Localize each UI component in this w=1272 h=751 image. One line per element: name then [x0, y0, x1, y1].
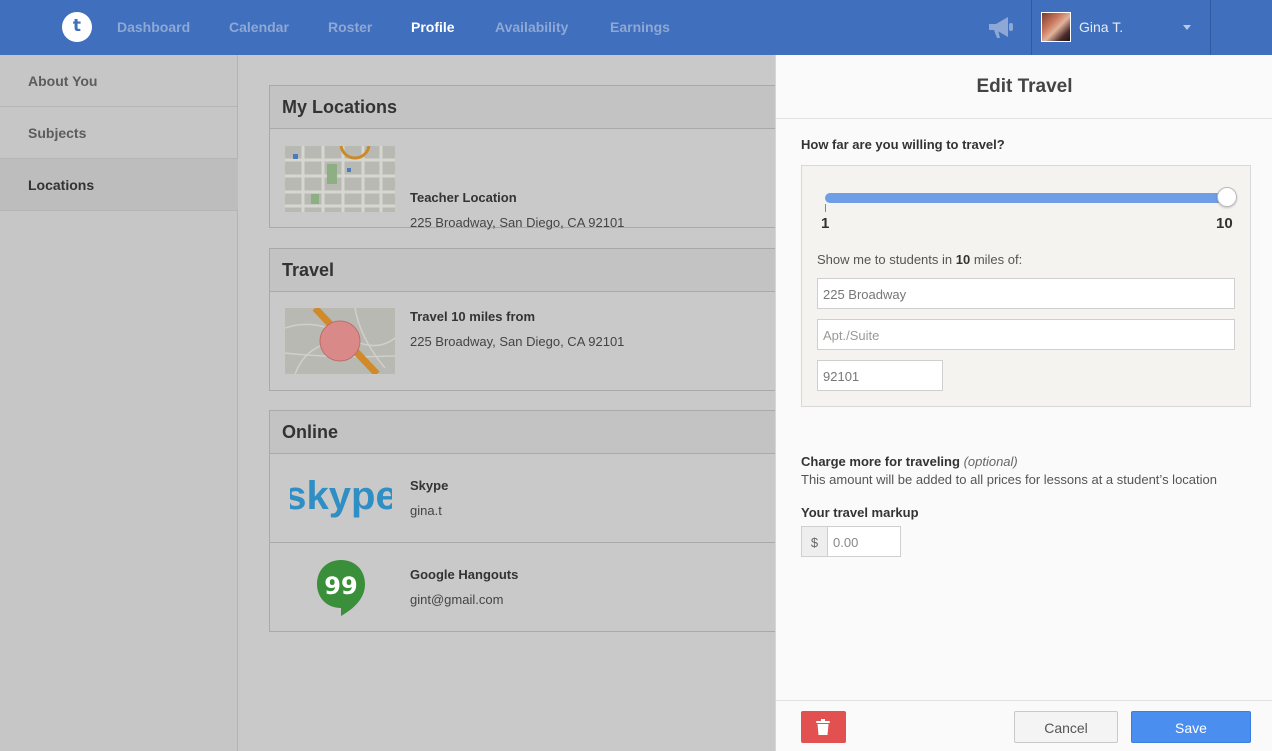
cancel-button[interactable]: Cancel — [1014, 711, 1118, 743]
sidebar-item-about-you[interactable]: About You — [0, 55, 238, 107]
skype-logo-text: skype — [290, 474, 392, 518]
sidebar-item-label: Locations — [28, 177, 95, 193]
online-row-skype[interactable]: skype Skype gina.t — [270, 454, 788, 543]
show-me-prefix: Show me to students in — [817, 252, 956, 267]
hangouts-logo: 99 — [317, 560, 365, 616]
travel-address: 225 Broadway, San Diego, CA 92101 — [410, 334, 625, 349]
travel-panel: Travel Travel 10 miles from 225 Broadway… — [269, 248, 789, 391]
sidebar-item-subjects[interactable]: Subjects — [0, 107, 238, 159]
avatar — [1041, 12, 1071, 42]
panel-header: Online — [270, 411, 788, 454]
skype-logo: skype — [290, 474, 392, 518]
panel-header: My Locations — [270, 86, 788, 129]
charge-more-title: Charge more for traveling (optional) — [801, 454, 1018, 469]
top-nav: t Dashboard Calendar Roster Profile Avai… — [0, 0, 1272, 55]
travel-map-thumbnail — [285, 308, 395, 374]
sidebar-item-label: About You — [28, 73, 98, 89]
nav-link-availability[interactable]: Availability — [495, 19, 568, 35]
slider-max-label: 10 — [1216, 215, 1233, 232]
hangouts-logo-text: 99 — [324, 572, 357, 600]
zip-field[interactable]: 92101 — [817, 360, 943, 391]
location-address: 225 Broadway, San Diego, CA 92101 — [410, 215, 625, 230]
online-service-value: gint@gmail.com — [410, 592, 504, 607]
my-locations-panel: My Locations Teacher Location 225 Broadw… — [269, 85, 789, 230]
chevron-down-icon — [1183, 25, 1191, 30]
online-service-value: gina.t — [410, 503, 442, 518]
apt-suite-field[interactable]: Apt./Suite — [817, 319, 1235, 350]
show-me-miles: 10 — [955, 252, 971, 267]
sidebar-item-locations[interactable]: Locations — [0, 159, 238, 211]
nav-link-earnings[interactable]: Earnings — [610, 19, 670, 35]
trash-icon — [816, 719, 830, 735]
divider — [776, 700, 1272, 701]
logo-text: t — [72, 16, 82, 36]
travel-distance-question: How far are you willing to travel? — [801, 137, 1005, 152]
slider-min-label: 1 — [821, 215, 830, 232]
online-service-title: Skype — [410, 478, 449, 493]
drawer-title: Edit Travel — [976, 76, 1073, 97]
user-name: Gina T. — [1079, 19, 1124, 35]
panel-header: Travel — [270, 249, 788, 292]
nav-link-calendar[interactable]: Calendar — [229, 19, 289, 35]
panel-title: Travel — [282, 260, 335, 280]
online-panel: Online skype Skype gina.t 99 Google Hang… — [269, 410, 789, 632]
megaphone-icon[interactable] — [986, 14, 1016, 40]
nav-link-profile[interactable]: Profile — [411, 19, 455, 35]
location-title: Teacher Location — [410, 190, 517, 205]
delete-button[interactable] — [801, 711, 846, 743]
charge-more-label: Charge more for traveling — [801, 454, 960, 469]
travel-markup-label: Your travel markup — [801, 505, 919, 520]
charge-more-description: This amount will be added to all prices … — [801, 472, 1217, 487]
travel-row[interactable]: Travel 10 miles from 225 Broadway, San D… — [270, 292, 788, 390]
distance-slider-track[interactable] — [825, 193, 1229, 203]
address-field[interactable]: 225 Broadway — [817, 278, 1235, 309]
slider-min-tick — [825, 204, 826, 212]
travel-markup-input[interactable]: 0.00 — [828, 526, 901, 557]
save-button[interactable]: Save — [1131, 711, 1251, 743]
optional-label: (optional) — [963, 454, 1018, 469]
panel-title: My Locations — [282, 97, 398, 117]
nav-link-dashboard[interactable]: Dashboard — [117, 19, 190, 35]
travel-title: Travel 10 miles from — [410, 309, 536, 324]
online-row-hangouts[interactable]: 99 Google Hangouts gint@gmail.com — [270, 543, 788, 631]
show-me-suffix: miles of: — [970, 252, 1023, 267]
map-thumbnail — [285, 146, 395, 212]
distance-slider-handle[interactable] — [1217, 187, 1237, 207]
user-menu[interactable]: Gina T. — [1031, 0, 1211, 55]
sidebar: About You Subjects Locations — [0, 55, 238, 751]
currency-addon: $ — [801, 526, 828, 557]
sidebar-item-label: Subjects — [28, 125, 87, 141]
travel-settings-box: 1 10 Show me to students in 10 miles of:… — [801, 165, 1251, 407]
panel-title: Online — [282, 422, 339, 442]
divider — [776, 118, 1272, 119]
online-service-title: Google Hangouts — [410, 567, 519, 582]
nav-link-roster[interactable]: Roster — [328, 19, 372, 35]
logo[interactable]: t — [62, 12, 92, 42]
edit-travel-drawer: Edit Travel How far are you willing to t… — [775, 55, 1272, 751]
location-row[interactable]: Teacher Location 225 Broadway, San Diego… — [270, 129, 788, 230]
show-me-text: Show me to students in 10 miles of: — [817, 252, 1022, 267]
